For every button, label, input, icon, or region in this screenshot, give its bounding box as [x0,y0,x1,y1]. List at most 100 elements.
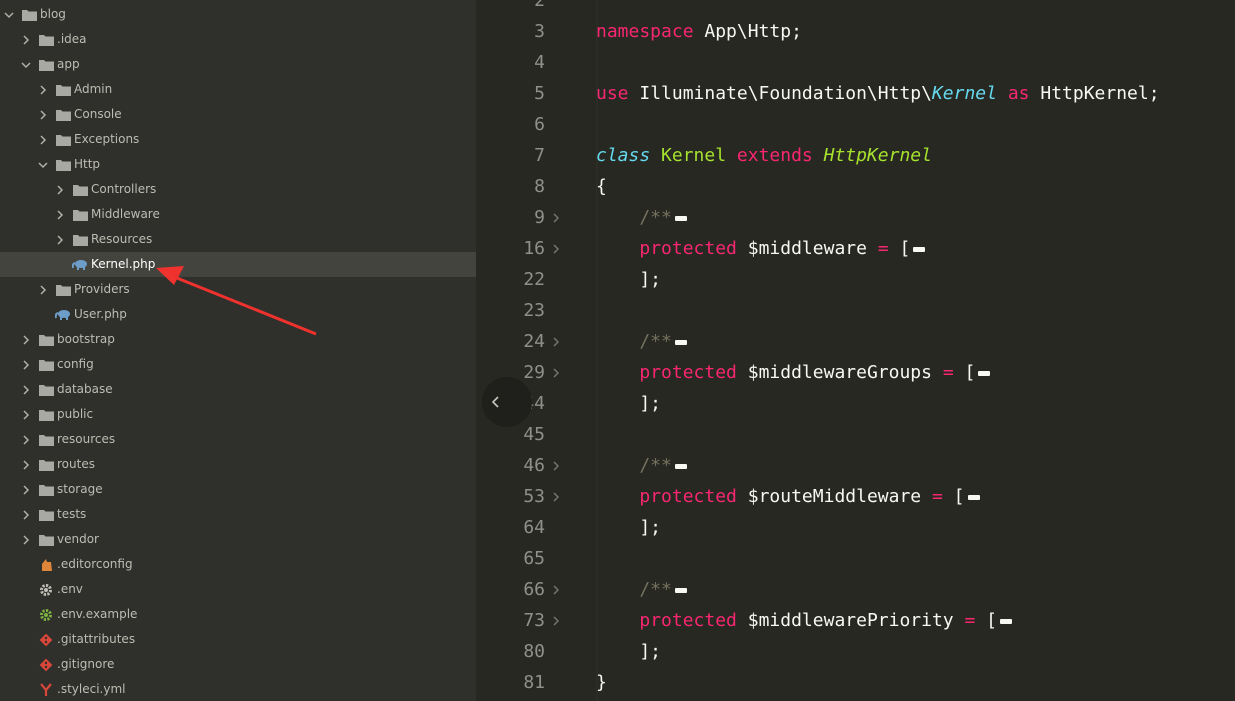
tree-item-label: .gitattributes [57,632,136,646]
tree-folder-item[interactable]: Providers [0,277,476,302]
chevron-right-icon[interactable] [54,184,66,196]
php-elephant-icon [55,308,71,322]
code-line[interactable]: namespace App\Http; [596,16,802,47]
folded-ellipsis-icon[interactable] [967,494,980,500]
code-line[interactable]: protected $middlewareGroups = [ [596,357,991,388]
code-line[interactable]: ]; [596,512,661,543]
chevron-down-icon[interactable] [3,9,15,21]
code-line[interactable]: { [596,171,607,202]
chevron-right-icon[interactable] [54,234,66,246]
code-line[interactable]: } [596,667,607,698]
chevron-right-icon[interactable] [20,459,32,471]
tree-folder-item[interactable]: Admin [0,77,476,102]
fold-chevron-icon[interactable] [552,450,564,481]
code-token: $middleware [736,238,878,259]
code-line[interactable]: /** [596,326,687,357]
chevron-right-icon[interactable] [37,84,49,96]
folded-ellipsis-icon[interactable] [674,339,687,345]
tree-file-item[interactable]: .styleci.yml [0,677,476,701]
chevron-right-icon[interactable] [20,434,32,446]
tree-folder-item[interactable]: app [0,52,476,77]
chevron-right-icon[interactable] [37,109,49,121]
code-line[interactable]: protected $middlewarePriority = [ [596,605,1013,636]
tree-folder-item[interactable]: storage [0,477,476,502]
tree-folder-item[interactable]: tests [0,502,476,527]
tree-folder-item[interactable]: config [0,352,476,377]
tree-file-item[interactable]: User.php [0,302,476,327]
code-token: as [1007,83,1030,104]
chevron-right-icon[interactable] [37,134,49,146]
code-line[interactable]: ]; [596,264,661,295]
folder-icon [38,508,54,522]
chevron-right-icon[interactable] [54,209,66,221]
chevron-down-icon[interactable] [20,59,32,71]
tree-folder-item[interactable]: resources [0,427,476,452]
chevron-right-icon[interactable] [20,409,32,421]
code-line[interactable]: protected $routeMiddleware = [ [596,481,980,512]
fold-chevron-icon[interactable] [552,233,564,264]
code-editor[interactable]: 2 3 4 5 6 7 8 9 16 22 23 24 29 44 45 46 53 64 65 66 73 80 81 n… [488,0,1235,701]
code-line[interactable]: ]; [596,636,661,667]
tree-item-label: Admin [74,82,113,96]
tree-file-item[interactable]: .gitignore [0,652,476,677]
tree-item-label: tests [57,507,87,521]
chevron-right-icon[interactable] [20,509,32,521]
tree-folder-item[interactable]: .idea [0,27,476,52]
code-line[interactable]: ]; [596,388,661,419]
fold-chevron-icon[interactable] [552,481,564,512]
fold-chevron-icon[interactable] [552,326,564,357]
tree-file-item[interactable]: Kernel.php [0,252,476,277]
folded-ellipsis-icon[interactable] [913,246,926,252]
chevron-down-icon[interactable] [37,159,49,171]
code-line[interactable]: /** [596,202,687,233]
folded-ellipsis-icon[interactable] [674,215,687,221]
line-number: 3 [534,21,545,42]
fold-chevron-icon[interactable] [552,357,564,388]
code-line[interactable]: protected $middleware = [ [596,233,926,264]
folder-icon [55,283,71,297]
tree-folder-item[interactable]: bootstrap [0,327,476,352]
code-line[interactable]: /** [596,450,687,481]
tree-item-label: .editorconfig [57,557,133,571]
tree-folder-item[interactable]: Middleware [0,202,476,227]
chevron-right-icon[interactable] [20,534,32,546]
folded-ellipsis-icon[interactable] [978,370,991,376]
tree-folder-item[interactable]: public [0,402,476,427]
chevron-right-icon[interactable] [37,284,49,296]
tree-folder-item[interactable]: Controllers [0,177,476,202]
tree-folder-item[interactable]: blog [0,2,476,27]
tree-file-item[interactable]: .gitattributes [0,627,476,652]
fold-chevron-icon[interactable] [552,202,564,233]
folded-ellipsis-icon[interactable] [1000,618,1013,624]
chevron-right-icon[interactable] [20,384,32,396]
chevron-right-icon[interactable] [20,484,32,496]
code-line[interactable]: class Kernel extends HttpKernel [596,140,932,171]
code-token: protected [639,362,737,383]
fold-chevron-icon[interactable] [552,574,564,605]
tree-file-item[interactable]: .editorconfig [0,552,476,577]
tree-folder-item[interactable]: database [0,377,476,402]
tree-file-item[interactable]: .env.example [0,602,476,627]
tree-folder-item[interactable]: Exceptions [0,127,476,152]
chevron-right-icon[interactable] [20,34,32,46]
fold-chevron-icon[interactable] [552,605,564,636]
tree-file-item[interactable]: .env [0,577,476,602]
code-line[interactable]: use Illuminate\Foundation\Http\Kernel as… [596,78,1160,109]
code-token: } [596,672,607,693]
folded-ellipsis-icon[interactable] [674,463,687,469]
code-line[interactable]: /** [596,574,687,605]
tree-folder-item[interactable]: Console [0,102,476,127]
tree-item-label: public [57,407,94,421]
chevron-right-icon[interactable] [20,334,32,346]
line-number: 7 [534,145,545,166]
folded-ellipsis-icon[interactable] [674,587,687,593]
sidebar-divider[interactable] [476,0,488,701]
chevron-right-icon[interactable] [20,359,32,371]
folder-icon [72,233,88,247]
yml-icon [38,682,54,697]
tree-folder-item[interactable]: vendor [0,527,476,552]
collapse-sidebar-button[interactable] [482,377,532,427]
tree-folder-item[interactable]: Resources [0,227,476,252]
tree-folder-item[interactable]: Http [0,152,476,177]
tree-folder-item[interactable]: routes [0,452,476,477]
